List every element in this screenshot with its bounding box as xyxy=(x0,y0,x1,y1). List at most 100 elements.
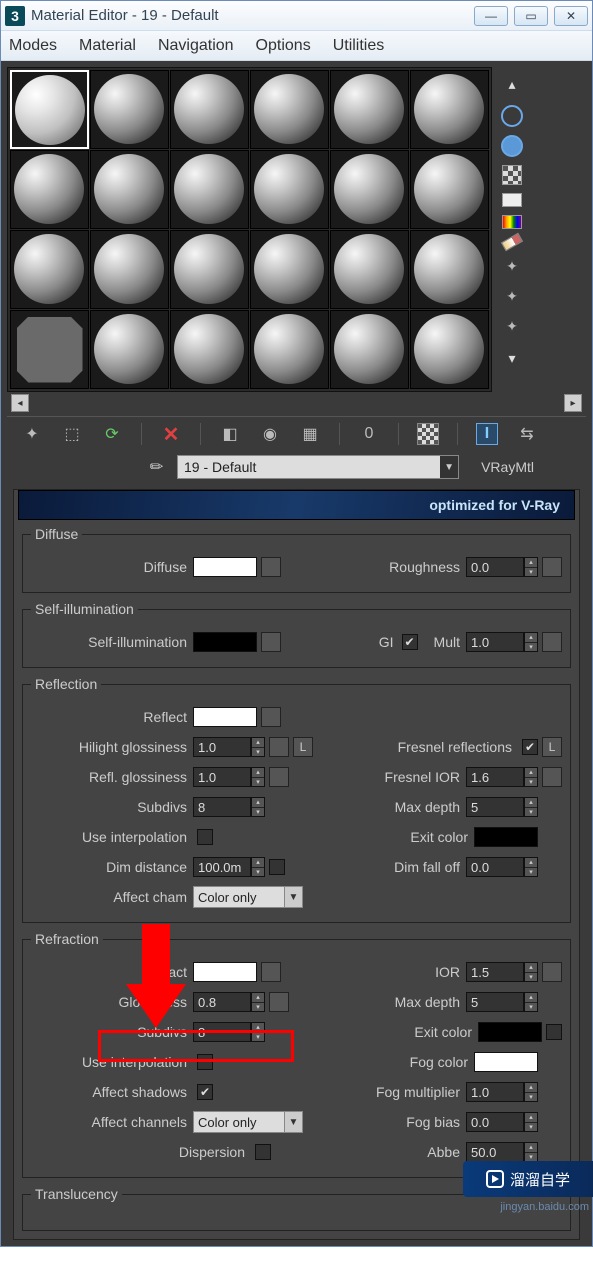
show-end-result-icon[interactable]: I xyxy=(476,423,498,445)
refl-subdivs-spinner[interactable]: ▴▾ xyxy=(251,797,265,817)
fresnel-ior-map-button[interactable] xyxy=(542,767,562,787)
sample-slot-15[interactable] xyxy=(170,230,249,309)
sample-slot-22[interactable] xyxy=(250,310,329,389)
refl-exitcolor-swatch[interactable] xyxy=(474,827,538,847)
refl-useinterp-checkbox[interactable] xyxy=(197,829,213,845)
menu-modes[interactable]: Modes xyxy=(9,37,57,55)
background-icon[interactable] xyxy=(502,165,522,185)
affect-shadows-checkbox[interactable] xyxy=(197,1084,213,1100)
dim-distance-checkbox[interactable] xyxy=(269,859,285,875)
selfillum-color-swatch[interactable] xyxy=(193,632,257,652)
scroll-up-icon[interactable]: ▴ xyxy=(499,71,525,97)
refr-exitcolor-swatch[interactable] xyxy=(478,1022,542,1042)
go-to-parent-icon[interactable]: ⇆ xyxy=(516,423,538,445)
refr-maxdepth-spinner[interactable]: ▴▾ xyxy=(524,992,538,1012)
abbe-spinner[interactable]: ▴▾ xyxy=(524,1142,538,1162)
make-copy-icon[interactable]: ◧ xyxy=(219,423,241,445)
sample-slot-23[interactable] xyxy=(330,310,409,389)
put-to-scene-icon[interactable]: ⬚ xyxy=(61,423,83,445)
diffuse-color-swatch[interactable] xyxy=(193,557,257,577)
sample-slot-1[interactable] xyxy=(10,70,89,149)
sample-slot-6[interactable] xyxy=(410,70,489,149)
material-type-button[interactable]: VRayMtl xyxy=(469,459,546,475)
refr-affect-channels-dropdown[interactable]: Color only ▼ xyxy=(193,1111,303,1133)
sample-slot-14[interactable] xyxy=(90,230,169,309)
reflect-color-swatch[interactable] xyxy=(193,707,257,727)
refract-color-swatch[interactable] xyxy=(193,962,257,982)
sample-slot-20[interactable] xyxy=(90,310,169,389)
sample-slot-8[interactable] xyxy=(90,150,169,229)
video-color-icon[interactable] xyxy=(502,215,522,229)
sample-slot-24[interactable] xyxy=(410,310,489,389)
sample-slot-18[interactable] xyxy=(410,230,489,309)
mult-input[interactable]: 1.0 xyxy=(466,632,524,652)
refract-map-button[interactable] xyxy=(261,962,281,982)
refr-gloss-map-button[interactable] xyxy=(269,992,289,1012)
reflect-map-button[interactable] xyxy=(261,707,281,727)
pick-material-icon[interactable]: ✎ xyxy=(143,453,171,481)
material-name-dropdown-icon[interactable]: ▼ xyxy=(440,456,458,478)
sample-uv-icon[interactable] xyxy=(502,193,522,207)
fresnel-ior-spinner[interactable]: ▴▾ xyxy=(524,767,538,787)
refl-subdivs-input[interactable]: 8 xyxy=(193,797,251,817)
hilight-gloss-map-button[interactable] xyxy=(269,737,289,757)
sample-slot-2[interactable] xyxy=(90,70,169,149)
menu-navigation[interactable]: Navigation xyxy=(158,37,234,55)
refr-gloss-input[interactable]: 0.8 xyxy=(193,992,251,1012)
maximize-button[interactable]: ▭ xyxy=(514,6,548,26)
ior-map-button[interactable] xyxy=(542,962,562,982)
put-to-library-icon[interactable]: ▦ xyxy=(299,423,321,445)
dim-distance-input[interactable]: 100.0m xyxy=(193,857,251,877)
gi-checkbox[interactable] xyxy=(402,634,418,650)
assign-to-selection-icon[interactable]: ⟳ xyxy=(101,423,123,445)
fogbias-input[interactable]: 0.0 xyxy=(466,1112,524,1132)
roughness-map-button[interactable] xyxy=(542,557,562,577)
sample-slot-16[interactable] xyxy=(250,230,329,309)
menu-utilities[interactable]: Utilities xyxy=(333,37,385,55)
sample-slot-3[interactable] xyxy=(170,70,249,149)
refl-affect-channels-dropdown[interactable]: Color only ▼ xyxy=(193,886,303,908)
ior-input[interactable]: 1.5 xyxy=(466,962,524,982)
material-map-nav-icon[interactable]: ✦ xyxy=(501,315,523,337)
sample-slot-13[interactable] xyxy=(10,230,89,309)
sample-slot-19[interactable] xyxy=(10,310,89,389)
roughness-spinner[interactable]: ▴▾ xyxy=(524,557,538,577)
refr-useinterp-checkbox[interactable] xyxy=(197,1054,213,1070)
dispersion-checkbox[interactable] xyxy=(255,1144,271,1160)
mult-spinner[interactable]: ▴▾ xyxy=(524,632,538,652)
sample-slot-12[interactable] xyxy=(410,150,489,229)
diffuse-map-button[interactable] xyxy=(261,557,281,577)
abbe-input[interactable]: 50.0 xyxy=(466,1142,524,1162)
scroll-left-button[interactable]: ◂ xyxy=(11,394,29,412)
refr-subdivs-spinner[interactable]: ▴▾ xyxy=(251,1022,265,1042)
sample-slot-9[interactable] xyxy=(170,150,249,229)
get-material-icon[interactable]: ✦ xyxy=(21,423,43,445)
select-by-material-icon[interactable]: ✦ xyxy=(501,285,523,307)
fresnel-lock-button[interactable]: L xyxy=(542,737,562,757)
hilight-gloss-spinner[interactable]: ▴▾ xyxy=(251,737,265,757)
material-name-input[interactable]: 19 - Default ▼ xyxy=(177,455,459,479)
refl-maxdepth-input[interactable]: 5 xyxy=(466,797,524,817)
show-in-viewport-icon[interactable] xyxy=(417,423,439,445)
fogmult-input[interactable]: 1.0 xyxy=(466,1082,524,1102)
close-button[interactable]: ✕ xyxy=(554,6,588,26)
refr-subdivs-input[interactable]: 8 xyxy=(193,1022,251,1042)
options-icon[interactable]: ✦ xyxy=(501,255,523,277)
hilight-gloss-input[interactable]: 1.0 xyxy=(193,737,251,757)
dim-distance-spinner[interactable]: ▴▾ xyxy=(251,857,265,877)
ior-spinner[interactable]: ▴▾ xyxy=(524,962,538,982)
refr-maxdepth-input[interactable]: 5 xyxy=(466,992,524,1012)
menu-material[interactable]: Material xyxy=(79,37,136,55)
fogmult-spinner[interactable]: ▴▾ xyxy=(524,1082,538,1102)
sample-type-icon[interactable] xyxy=(501,105,523,127)
sample-slot-17[interactable] xyxy=(330,230,409,309)
refr-exitcolor-checkbox[interactable] xyxy=(546,1024,562,1040)
sample-slot-21[interactable] xyxy=(170,310,249,389)
sample-slot-11[interactable] xyxy=(330,150,409,229)
reset-map-icon[interactable]: ✕ xyxy=(160,423,182,445)
sample-slot-7[interactable] xyxy=(10,150,89,229)
backlight-icon[interactable] xyxy=(501,135,523,157)
hilight-lock-button[interactable]: L xyxy=(293,737,313,757)
fresnel-checkbox[interactable] xyxy=(522,739,538,755)
refr-gloss-spinner[interactable]: ▴▾ xyxy=(251,992,265,1012)
